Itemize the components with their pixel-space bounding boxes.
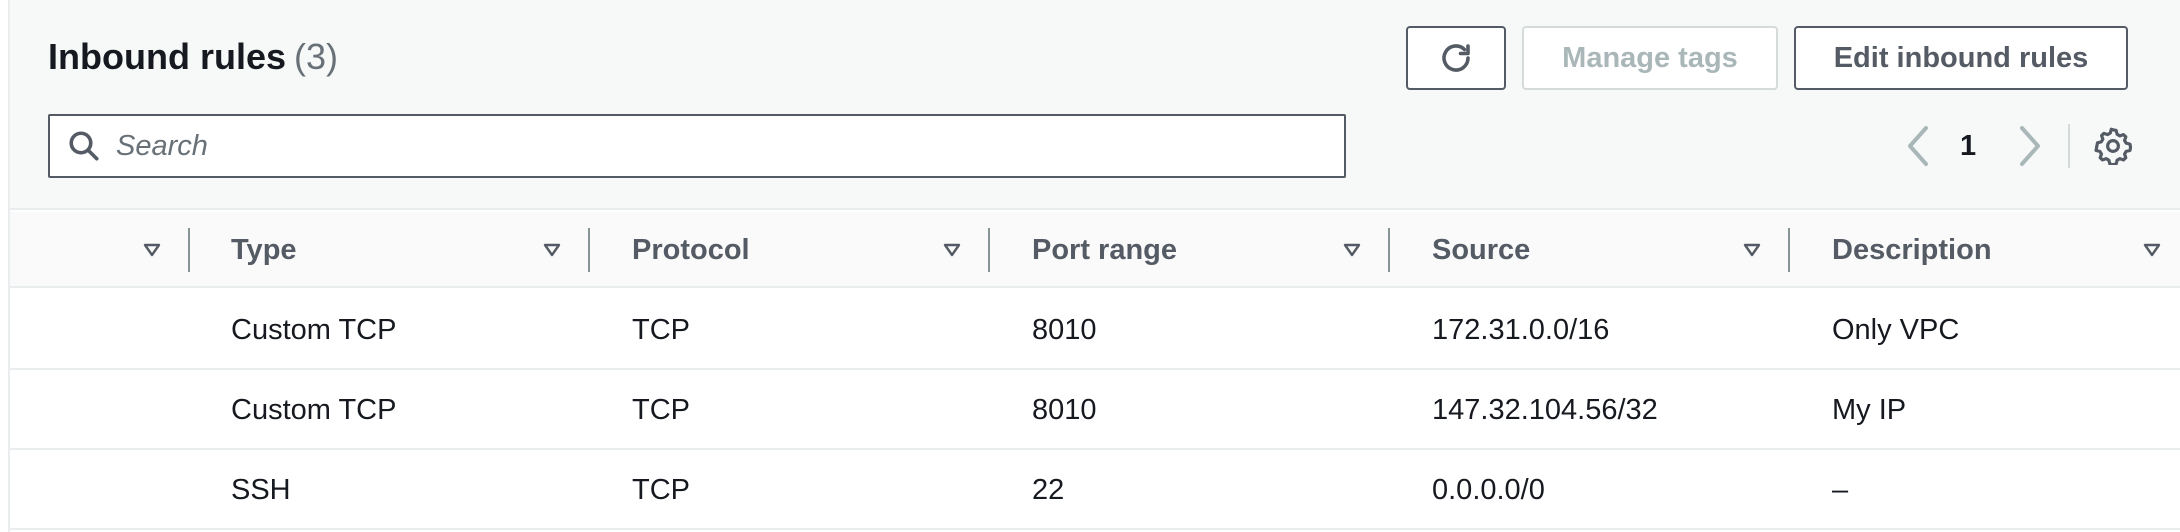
- gear-icon[interactable]: [2094, 127, 2132, 165]
- chevron-left-icon: [1908, 126, 1928, 166]
- title-text: Inbound rules: [48, 36, 286, 77]
- table-row[interactable]: Custom TCP TCP 8010 172.31.0.0/16 Only V…: [10, 290, 2180, 370]
- column-divider[interactable]: [1788, 228, 1790, 272]
- search-field[interactable]: [48, 114, 1346, 178]
- chevron-right-icon: [2020, 126, 2040, 166]
- column-divider[interactable]: [188, 228, 190, 272]
- refresh-icon: [1442, 44, 1470, 72]
- cell-port-range: 22: [1032, 473, 1065, 506]
- cell-protocol: TCP: [632, 313, 690, 346]
- pager-divider: [2068, 124, 2070, 168]
- cell-source: 0.0.0.0/0: [1432, 473, 1545, 506]
- caret-down-icon[interactable]: [2142, 240, 2162, 260]
- panel-header: Inbound rules (3) Manage tags Edit inboun…: [10, 0, 2180, 210]
- table-row[interactable]: Custom TCP TCP 8010 147.32.104.56/32 My …: [10, 370, 2180, 450]
- previous-page-button[interactable]: [1902, 124, 1938, 168]
- column-divider[interactable]: [588, 228, 590, 272]
- cell-type: SSH: [231, 473, 291, 506]
- inbound-rules-panel: Inbound rules (3) Manage tags Edit inboun…: [8, 0, 2180, 532]
- caret-down-icon[interactable]: [142, 240, 162, 260]
- cell-port-range: 8010: [1032, 393, 1097, 426]
- cell-description: –: [1832, 473, 1849, 506]
- column-header-description[interactable]: Description: [1832, 212, 1992, 288]
- cell-type: Custom TCP: [231, 313, 397, 346]
- search-input[interactable]: [116, 129, 1316, 163]
- column-header-type[interactable]: Type: [231, 212, 297, 288]
- cell-port-range: 8010: [1032, 313, 1097, 346]
- cell-source: 172.31.0.0/16: [1432, 313, 1610, 346]
- column-divider[interactable]: [988, 228, 990, 272]
- table-row[interactable]: SSH TCP 22 0.0.0.0/0 –: [10, 450, 2180, 530]
- page-title: Inbound rules (3): [48, 36, 338, 78]
- current-page-number[interactable]: 1: [1960, 124, 1976, 168]
- caret-down-icon[interactable]: [542, 240, 562, 260]
- table-header: Type Protocol Port range Source Descript…: [10, 212, 2180, 288]
- cell-description: My IP: [1832, 393, 1907, 426]
- manage-tags-button[interactable]: Manage tags: [1522, 26, 1778, 90]
- cell-protocol: TCP: [632, 393, 690, 426]
- caret-down-icon[interactable]: [942, 240, 962, 260]
- search-icon: [69, 131, 99, 161]
- column-header-source[interactable]: Source: [1432, 212, 1530, 288]
- edit-inbound-rules-button[interactable]: Edit inbound rules: [1794, 26, 2128, 90]
- cell-source: 147.32.104.56/32: [1432, 393, 1658, 426]
- cell-type: Custom TCP: [231, 393, 397, 426]
- refresh-button[interactable]: [1406, 26, 1506, 90]
- caret-down-icon[interactable]: [1342, 240, 1362, 260]
- cell-protocol: TCP: [632, 473, 690, 506]
- column-divider[interactable]: [1388, 228, 1390, 272]
- caret-down-icon[interactable]: [1742, 240, 1762, 260]
- column-header-protocol[interactable]: Protocol: [632, 212, 750, 288]
- next-page-button[interactable]: [2010, 124, 2046, 168]
- rule-count: (3): [294, 36, 338, 77]
- column-header-port-range[interactable]: Port range: [1032, 212, 1177, 288]
- cell-description: Only VPC: [1832, 313, 1960, 346]
